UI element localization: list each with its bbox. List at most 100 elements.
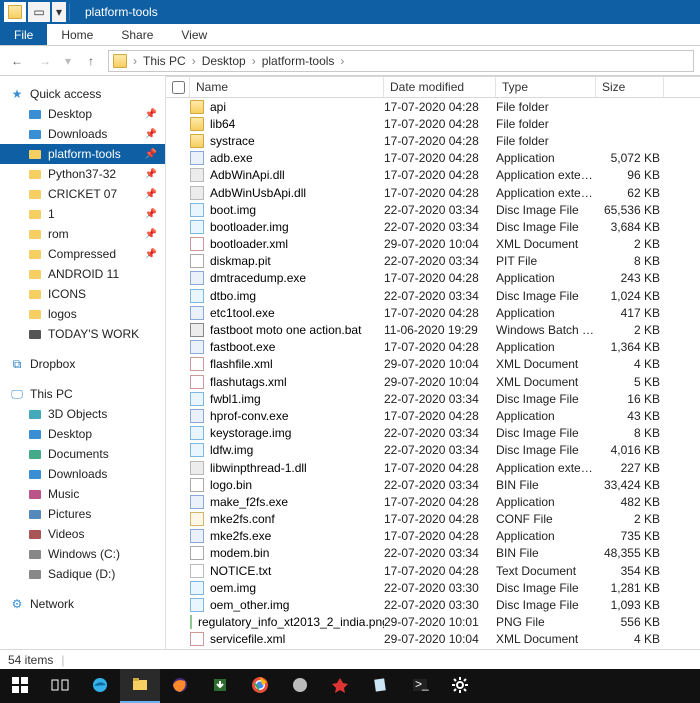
file-row[interactable]: bootloader.xml 29-07-2020 10:04 XML Docu… [166, 236, 700, 253]
taskbar-firefox[interactable] [160, 669, 200, 703]
file-date: 22-07-2020 03:34 [384, 426, 496, 440]
file-row[interactable]: fwbl1.img 22-07-2020 03:34 Disc Image Fi… [166, 390, 700, 407]
file-row[interactable]: fastboot.exe 17-07-2020 04:28 Applicatio… [166, 339, 700, 356]
drive-icon [28, 567, 42, 581]
file-row[interactable]: fastboot moto one action.bat 11-06-2020 … [166, 321, 700, 338]
tree-label: Music [48, 487, 79, 501]
up-button[interactable]: ↑ [80, 50, 102, 72]
taskbar-app-a[interactable] [280, 669, 320, 703]
file-date: 17-07-2020 04:28 [384, 409, 496, 423]
chevron-right-icon[interactable]: › [188, 54, 200, 68]
tree-quick-item[interactable]: rom📌 [0, 224, 165, 244]
taskbar-file-explorer[interactable] [120, 669, 160, 703]
tree-pc-item[interactable]: Music [0, 484, 165, 504]
back-button[interactable]: ← [6, 50, 28, 72]
file-row[interactable]: keystorage.img 22-07-2020 03:34 Disc Ima… [166, 425, 700, 442]
tree-pc-item[interactable]: Downloads [0, 464, 165, 484]
taskbar-start[interactable] [0, 669, 40, 703]
file-row[interactable]: AdbWinApi.dll 17-07-2020 04:28 Applicati… [166, 167, 700, 184]
tree-quick-item[interactable]: ANDROID 11 [0, 264, 165, 284]
file-row[interactable]: logo.bin 22-07-2020 03:34 BIN File 33,42… [166, 476, 700, 493]
tree-pc-item[interactable]: 3D Objects [0, 404, 165, 424]
file-row[interactable]: NOTICE.txt 17-07-2020 04:28 Text Documen… [166, 562, 700, 579]
col-name[interactable]: Name [190, 77, 384, 97]
tree-quick-item[interactable]: Python37-32📌 [0, 164, 165, 184]
tree-quick-item[interactable]: ICONS [0, 284, 165, 304]
file-row[interactable]: diskmap.pit 22-07-2020 03:34 PIT File 8 … [166, 253, 700, 270]
file-row[interactable]: libwinpthread-1.dll 17-07-2020 04:28 App… [166, 459, 700, 476]
taskbar-app-b[interactable] [320, 669, 360, 703]
tree-label: Network [30, 597, 74, 611]
file-row[interactable]: flashutags.xml 29-07-2020 10:04 XML Docu… [166, 373, 700, 390]
crumb-platform-tools[interactable]: platform-tools [262, 54, 335, 68]
ribbon-tab-home[interactable]: Home [47, 24, 107, 45]
tree-quick-item[interactable]: Compressed📌 [0, 244, 165, 264]
file-size: 8 KB [596, 426, 660, 440]
crumb-desktop[interactable]: Desktop [202, 54, 246, 68]
tree-quick-item[interactable]: Desktop📌 [0, 104, 165, 124]
ribbon-file[interactable]: File [0, 24, 47, 45]
ribbon-tab-view[interactable]: View [167, 24, 221, 45]
file-size: 62 KB [596, 186, 660, 200]
file-row[interactable]: dmtracedump.exe 17-07-2020 04:28 Applica… [166, 270, 700, 287]
tree-quick-item[interactable]: CRICKET 07📌 [0, 184, 165, 204]
file-row[interactable]: regulatory_info_xt2013_2_india.png 29-07… [166, 614, 700, 631]
qat-properties-icon[interactable]: ▭ [28, 2, 50, 22]
file-row[interactable]: dtbo.img 22-07-2020 03:34 Disc Image Fil… [166, 287, 700, 304]
file-row[interactable]: make_f2fs.exe 17-07-2020 04:28 Applicati… [166, 493, 700, 510]
taskbar-idm[interactable] [200, 669, 240, 703]
col-date[interactable]: Date modified [384, 77, 496, 97]
col-type[interactable]: Type [496, 77, 596, 97]
file-row[interactable]: mke2fs.exe 17-07-2020 04:28 Application … [166, 528, 700, 545]
file-row[interactable]: hprof-conv.exe 17-07-2020 04:28 Applicat… [166, 407, 700, 424]
tree-quick-item[interactable]: Downloads📌 [0, 124, 165, 144]
taskbar-edge[interactable] [80, 669, 120, 703]
tree-network[interactable]: ⚙Network [0, 594, 165, 614]
tree-pc-item[interactable]: Pictures [0, 504, 165, 524]
taskbar-app-c[interactable] [360, 669, 400, 703]
taskbar-task-view[interactable] [40, 669, 80, 703]
qat-dropdown-icon[interactable]: ▾ [52, 2, 66, 22]
file-row[interactable]: oem.img 22-07-2020 03:30 Disc Image File… [166, 579, 700, 596]
file-row[interactable]: oem_other.img 22-07-2020 03:30 Disc Imag… [166, 596, 700, 613]
file-row[interactable]: api 17-07-2020 04:28 File folder [166, 98, 700, 115]
qat-folder-icon[interactable] [4, 2, 26, 22]
chevron-right-icon[interactable]: › [129, 54, 141, 68]
tree-quick-item[interactable]: platform-tools📌 [0, 144, 165, 164]
crumb-this-pc[interactable]: This PC [143, 54, 186, 68]
taskbar-chrome[interactable] [240, 669, 280, 703]
tree-dropbox[interactable]: ⧉Dropbox [0, 354, 165, 374]
chevron-right-icon[interactable]: › [336, 54, 348, 68]
taskbar-terminal[interactable]: >_ [400, 669, 440, 703]
file-row[interactable]: bootloader.img 22-07-2020 03:34 Disc Ima… [166, 218, 700, 235]
tree-pc-item[interactable]: Desktop [0, 424, 165, 444]
tree-quick-access[interactable]: ★Quick access [0, 84, 165, 104]
file-row[interactable]: flashfile.xml 29-07-2020 10:04 XML Docum… [166, 356, 700, 373]
tree-pc-item[interactable]: Windows (C:) [0, 544, 165, 564]
tree-pc-item[interactable]: Documents [0, 444, 165, 464]
tree-this-pc[interactable]: 🖵This PC [0, 384, 165, 404]
file-row[interactable]: boot.img 22-07-2020 03:34 Disc Image Fil… [166, 201, 700, 218]
file-row[interactable]: ldfw.img 22-07-2020 03:34 Disc Image Fil… [166, 442, 700, 459]
file-row[interactable]: modem.bin 22-07-2020 03:34 BIN File 48,3… [166, 545, 700, 562]
file-row[interactable]: AdbWinUsbApi.dll 17-07-2020 04:28 Applic… [166, 184, 700, 201]
tree-quick-item[interactable]: logos [0, 304, 165, 324]
tree-quick-item[interactable]: 1📌 [0, 204, 165, 224]
recent-dropdown[interactable]: ▾ [62, 50, 74, 72]
address-bar[interactable]: › This PC › Desktop › platform-tools › [108, 50, 694, 72]
ribbon-tab-share[interactable]: Share [107, 24, 167, 45]
forward-button[interactable]: → [34, 50, 56, 72]
col-size[interactable]: Size [596, 77, 664, 97]
file-row[interactable]: lib64 17-07-2020 04:28 File folder [166, 115, 700, 132]
file-row[interactable]: systrace 17-07-2020 04:28 File folder [166, 132, 700, 149]
select-all-checkbox[interactable] [166, 77, 190, 97]
tree-quick-item[interactable]: TODAY'S WORK [0, 324, 165, 344]
taskbar-settings[interactable] [440, 669, 480, 703]
file-row[interactable]: etc1tool.exe 17-07-2020 04:28 Applicatio… [166, 304, 700, 321]
file-row[interactable]: adb.exe 17-07-2020 04:28 Application 5,0… [166, 150, 700, 167]
chevron-right-icon[interactable]: › [248, 54, 260, 68]
file-row[interactable]: servicefile.xml 29-07-2020 10:04 XML Doc… [166, 631, 700, 648]
tree-pc-item[interactable]: Videos [0, 524, 165, 544]
tree-pc-item[interactable]: Sadique (D:) [0, 564, 165, 584]
file-row[interactable]: mke2fs.conf 17-07-2020 04:28 CONF File 2… [166, 511, 700, 528]
